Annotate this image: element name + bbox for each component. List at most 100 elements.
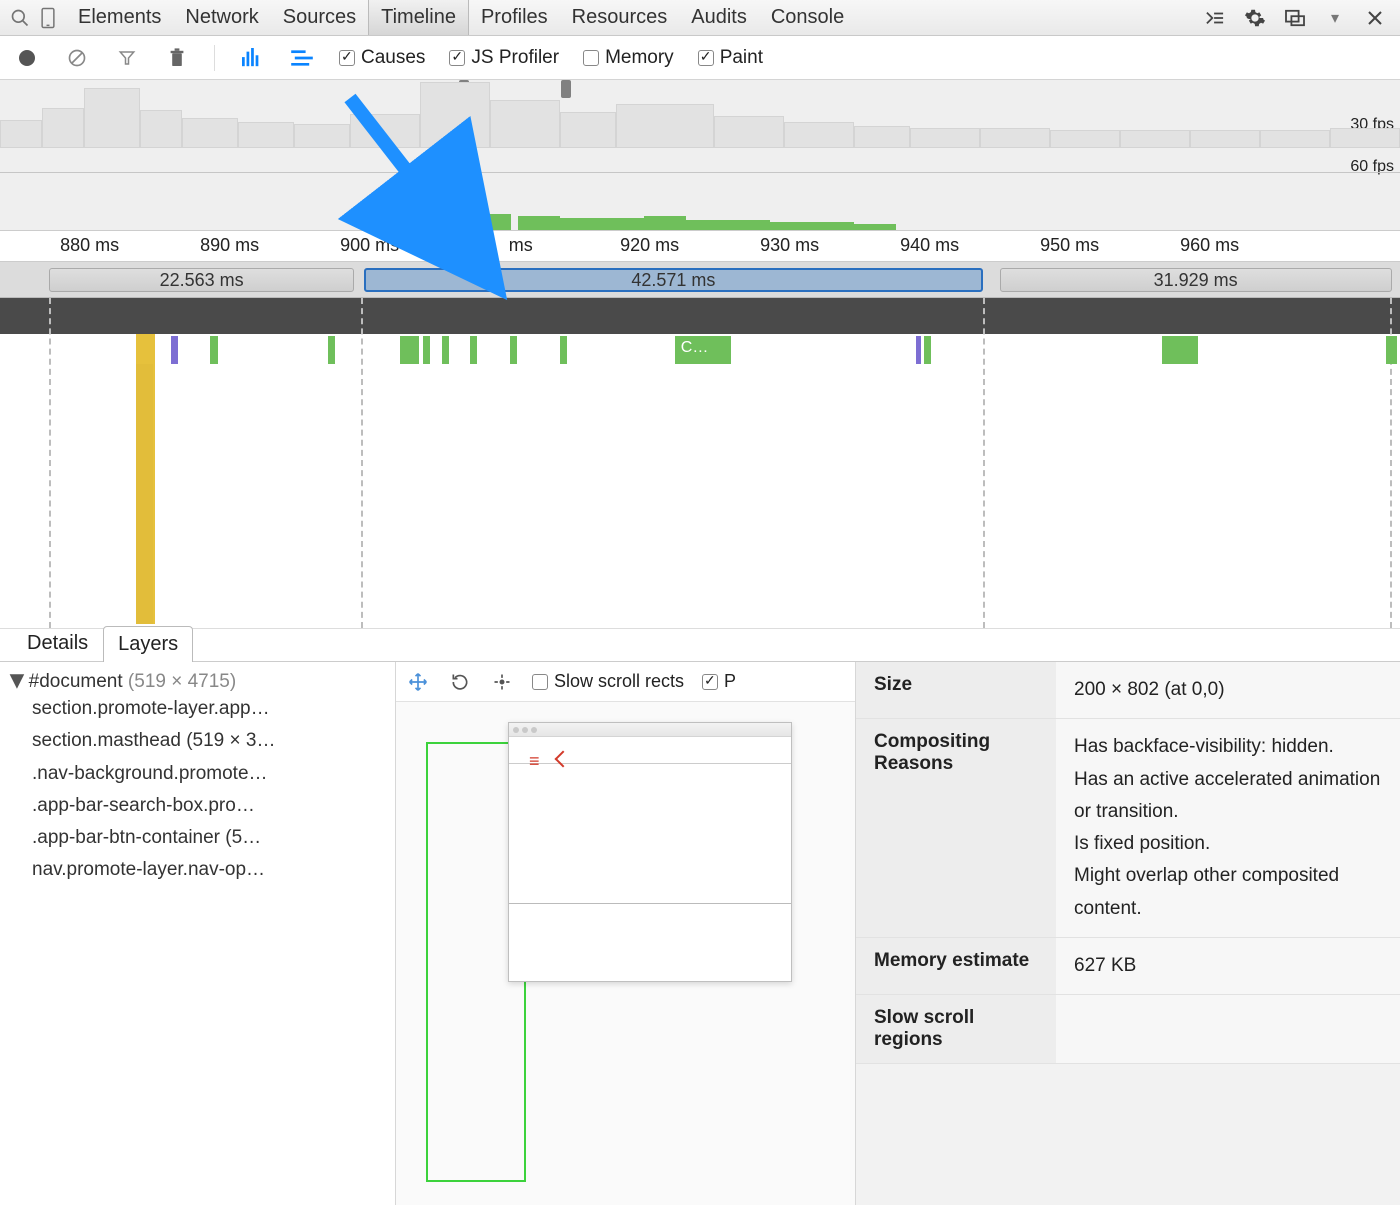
preview-canvas[interactable]: ≡: [416, 722, 846, 1202]
flamechart-view-icon[interactable]: [239, 45, 265, 71]
settings-gear-icon[interactable]: [1242, 5, 1268, 31]
disclosure-triangle-icon[interactable]: ▶: [6, 674, 29, 689]
tree-item[interactable]: section.masthead (519 × 3…: [32, 725, 385, 757]
slow-scroll-rects-label: Slow scroll rects: [554, 671, 684, 692]
paint-checkbox[interactable]: Paint: [698, 47, 763, 69]
flame-bar-painting[interactable]: [924, 336, 931, 364]
flame-bar-painting[interactable]: [1162, 336, 1198, 364]
tab-timeline[interactable]: Timeline: [368, 0, 469, 35]
tree-item[interactable]: .app-bar-search-box.pro…: [32, 790, 385, 822]
prop-slow-val: [1056, 995, 1400, 1064]
frame-pill[interactable]: 22.563 ms: [49, 268, 354, 292]
prop-size-val: 200 × 802 (at 0,0): [1056, 662, 1400, 719]
ruler-tick: 940 ms: [900, 235, 959, 256]
prop-comp-val: Has backface-visibility: hidden.Has an a…: [1056, 719, 1400, 938]
tab-layers[interactable]: Layers: [103, 626, 193, 662]
devtools-tabbar: ElementsNetworkSourcesTimelineProfilesRe…: [0, 0, 1400, 36]
layer-tree[interactable]: ▶#document (519 × 4715) section.promote-…: [0, 662, 396, 1205]
tab-details-label: Details: [27, 632, 88, 654]
causes-checkbox[interactable]: Causes: [339, 47, 425, 69]
causes-checkbox-input[interactable]: [339, 50, 355, 66]
page-thumbnail: ≡: [508, 722, 792, 982]
tab-details[interactable]: Details: [12, 625, 103, 661]
tab-elements[interactable]: Elements: [66, 0, 173, 35]
search-icon[interactable]: [6, 4, 34, 32]
tab-audits[interactable]: Audits: [679, 0, 759, 35]
flame-chart[interactable]: C…: [0, 298, 1400, 628]
timeline-overview[interactable]: 30 fps 60 fps: [0, 80, 1400, 230]
tab-network[interactable]: Network: [173, 0, 270, 35]
layer-properties: Size 200 × 802 (at 0,0) Compositing Reas…: [856, 662, 1400, 1205]
time-ruler[interactable]: 880 ms890 ms900 msms920 ms930 ms940 ms95…: [0, 230, 1400, 262]
frame-pill[interactable]: 31.929 ms: [1000, 268, 1392, 292]
device-icon[interactable]: [34, 4, 62, 32]
flame-bar-painting[interactable]: [210, 336, 218, 364]
prop-comp-key: Compositing Reasons: [856, 719, 1056, 938]
prop-mem-key: Memory estimate: [856, 938, 1056, 995]
flame-bar-painting[interactable]: [470, 336, 477, 364]
filter-icon[interactable]: [114, 45, 140, 71]
overview-marker: [561, 80, 571, 98]
tab-console[interactable]: Console: [759, 0, 856, 35]
tree-item[interactable]: section.promote-layer.app…: [32, 693, 385, 725]
flame-header-band: [0, 298, 1400, 334]
tab-profiles[interactable]: Profiles: [469, 0, 560, 35]
reset-view-icon[interactable]: [490, 670, 514, 694]
paint-checkbox-input[interactable]: [698, 50, 714, 66]
overview-bars: [0, 110, 1400, 230]
drawer-icon[interactable]: [1202, 5, 1228, 31]
dock-side-caret-icon[interactable]: ▾: [1322, 5, 1348, 31]
flame-bar-painting[interactable]: [442, 336, 449, 364]
record-icon[interactable]: [14, 45, 40, 71]
layer-preview[interactable]: Slow scroll rects P ≡: [396, 662, 856, 1205]
rotate-icon[interactable]: [448, 670, 472, 694]
tab-sources[interactable]: Sources: [271, 0, 368, 35]
memory-label: Memory: [605, 47, 674, 69]
frame-pill[interactable]: 42.571 ms: [364, 268, 983, 292]
flame-bar-painting[interactable]: [423, 336, 430, 364]
flame-bar-scripting[interactable]: [136, 364, 153, 624]
detail-tabs: Details Layers: [0, 628, 1400, 662]
prop-size-key: Size: [856, 662, 1056, 719]
ruler-tick: 890 ms: [200, 235, 259, 256]
timeline-toolbar: Causes JS Profiler Memory Paint: [0, 36, 1400, 80]
tree-item[interactable]: .nav-background.promote…: [32, 758, 385, 790]
tab-layers-label: Layers: [118, 633, 178, 655]
flame-bar-rendering[interactable]: [916, 336, 922, 364]
garbage-icon[interactable]: [164, 45, 190, 71]
layers-panel: ▶#document (519 × 4715) section.promote-…: [0, 662, 1400, 1205]
clear-icon[interactable]: [64, 45, 90, 71]
tree-root[interactable]: ▶#document (519 × 4715): [10, 670, 385, 693]
memory-checkbox[interactable]: Memory: [583, 47, 674, 69]
ruler-tick: 950 ms: [1040, 235, 1099, 256]
ruler-tick: ms: [509, 235, 533, 256]
tab-resources[interactable]: Resources: [560, 0, 680, 35]
tree-item[interactable]: nav.promote-layer.nav-op…: [32, 854, 385, 886]
frames-row[interactable]: 22.563 ms 42.571 ms 31.929 ms: [0, 262, 1400, 298]
flame-bar-rendering[interactable]: [171, 336, 178, 364]
waterfall-view-icon[interactable]: [289, 45, 315, 71]
preview-paint-input[interactable]: [702, 674, 718, 690]
flame-bar-painting[interactable]: [328, 336, 335, 364]
close-devtools-icon[interactable]: [1362, 5, 1388, 31]
ruler-tick: 920 ms: [620, 235, 679, 256]
flame-bar-composite[interactable]: C…: [675, 336, 731, 364]
preview-paint-checkbox[interactable]: P: [702, 671, 736, 692]
ruler-tick: 930 ms: [760, 235, 819, 256]
pan-icon[interactable]: [406, 670, 430, 694]
tree-item[interactable]: .app-bar-btn-container (5…: [32, 822, 385, 854]
back-caret-icon: [555, 751, 572, 768]
flame-bar-painting[interactable]: [1386, 336, 1397, 364]
memory-checkbox-input[interactable]: [583, 50, 599, 66]
slow-scroll-rects-input[interactable]: [532, 674, 548, 690]
dock-icon[interactable]: [1282, 5, 1308, 31]
jsprofiler-checkbox[interactable]: JS Profiler: [449, 47, 559, 69]
flame-bar-painting[interactable]: [560, 336, 567, 364]
flame-bar-painting[interactable]: [400, 336, 418, 364]
ruler-tick: 960 ms: [1180, 235, 1239, 256]
flame-bar-painting[interactable]: [510, 336, 517, 364]
jsprofiler-checkbox-input[interactable]: [449, 50, 465, 66]
slow-scroll-rects-checkbox[interactable]: Slow scroll rects: [532, 671, 684, 692]
jsprofiler-label: JS Profiler: [471, 47, 559, 69]
tree-root-name: #document: [29, 671, 123, 692]
